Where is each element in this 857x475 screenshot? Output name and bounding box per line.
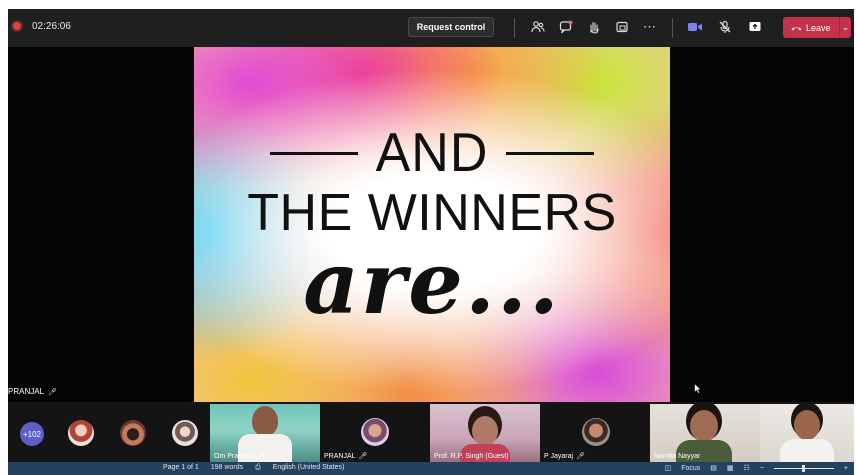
zoom-slider[interactable] (773, 464, 834, 472)
mouse-cursor-icon (694, 383, 702, 394)
participant-name-text: Namita Nayyar (654, 453, 701, 460)
word-count[interactable]: 198 words (211, 464, 243, 472)
web-layout-icon[interactable]: ☷ (744, 464, 750, 472)
screen-frame-left (0, 0, 8, 475)
mic-off-icon: 🎤︎ (576, 453, 585, 460)
toolbar-divider (514, 18, 515, 38)
participant-name: Namita Nayyar (654, 453, 700, 460)
meeting-timer: 02:26:06 (32, 21, 71, 32)
participant-tile[interactable] (760, 404, 854, 462)
language-status[interactable]: English (United States) (273, 464, 345, 472)
participant-shirt (780, 439, 834, 462)
participant-name: Prof. R.P. Singh (Guest) (434, 453, 509, 460)
slide-line-1: AND (194, 122, 670, 184)
participant-name-text: P Jayaraj (544, 452, 574, 460)
camera-icon[interactable] (686, 18, 704, 36)
focus-mode-button[interactable]: Focus (681, 465, 700, 472)
participant-name: P Jayaraj 🎤︎ (544, 452, 585, 461)
request-control-button[interactable]: Request control (408, 17, 494, 37)
raise-hand-icon[interactable] (585, 18, 603, 36)
participant-avatar[interactable] (120, 420, 146, 446)
participant-tile[interactable]: Om Prakash 🎤︎ (210, 404, 320, 462)
participant-avatar[interactable] (68, 420, 94, 446)
focus-icon[interactable]: ◫ (665, 464, 672, 472)
status-right-group: ◫ Focus ▤ ▦ ☷ − + (665, 464, 848, 472)
participant-name-text: PRANJAL (324, 452, 356, 460)
more-icon[interactable]: ⋯ (641, 18, 659, 36)
participant-avatar[interactable] (172, 420, 198, 446)
participant-name: PRANJAL 🎤︎ (324, 452, 368, 461)
participant-tile[interactable]: P Jayaraj 🎤︎ (540, 404, 650, 462)
recording-icon (13, 22, 21, 30)
zoom-slider-thumb[interactable] (801, 464, 805, 472)
people-icon[interactable] (529, 18, 547, 36)
participant-name-text: Prof. R.P. Singh (Guest) (434, 453, 509, 460)
mic-off-icon: 🎤︎ (358, 453, 368, 460)
document-status-bar: Page 1 of 1 198 words ⎙ English (United … (8, 462, 854, 475)
proofing-icon[interactable]: ⎙ (255, 464, 261, 472)
leave-main[interactable]: Leave (783, 23, 839, 33)
chat-icon[interactable] (557, 18, 575, 36)
share-screen-icon[interactable] (746, 18, 764, 36)
participant-gallery: +102 Om Prakash 🎤︎ PRANJAL 🎤︎ Prof. R.P. S… (8, 402, 854, 462)
status-left-group: Page 1 of 1 198 words ⎙ English (United … (163, 464, 344, 472)
page-count[interactable]: Page 1 of 1 (163, 464, 199, 472)
slide-dash-right (506, 151, 595, 155)
participant-name-text: Om Prakash (214, 452, 253, 460)
presentation-slide: AND THE WINNERS are... (194, 47, 670, 402)
mic-off-icon[interactable] (716, 18, 734, 36)
slide-text-winners: THE WINNERS (247, 184, 617, 242)
slide-text-are: are... (303, 233, 561, 334)
participant-tile[interactable]: Prof. R.P. Singh (Guest) (430, 404, 540, 462)
leave-button[interactable]: Leave ⌄ (783, 17, 851, 38)
participant-avatar (361, 418, 389, 446)
participant-face (794, 410, 820, 440)
participant-avatar (582, 418, 610, 446)
toolbar-divider (672, 18, 673, 38)
zoom-in-icon[interactable]: + (844, 465, 848, 472)
more-participants-button[interactable]: +102 (20, 422, 44, 446)
zoom-out-icon[interactable]: − (760, 465, 764, 472)
slide-dash-left (269, 151, 358, 155)
participant-tile[interactable]: Namita Nayyar (650, 404, 760, 462)
presenter-name: PRANJAL (8, 387, 45, 396)
shared-content-stage: AND THE WINNERS are... PRANJAL 🎤︎ (8, 47, 854, 402)
screen-frame-top (0, 0, 857, 9)
mic-off-icon: 🎤︎ (255, 453, 265, 460)
print-layout-icon[interactable]: ▦ (727, 464, 734, 472)
read-mode-icon[interactable]: ▤ (710, 464, 717, 472)
presenter-label: PRANJAL 🎤︎ (8, 387, 57, 396)
participant-name: Om Prakash 🎤︎ (214, 452, 265, 461)
participant-face (472, 416, 498, 446)
slide-text-and: AND (375, 122, 489, 184)
chevron-down-icon[interactable]: ⌄ (840, 22, 851, 33)
mic-off-icon: 🎤︎ (48, 388, 57, 396)
meeting-toolbar: 02:26:06 Request control ⋯ Leave ⌄ (8, 9, 854, 47)
share-tray-icon[interactable] (613, 18, 631, 36)
participant-face (252, 406, 278, 436)
participant-tile[interactable]: PRANJAL 🎤︎ (320, 404, 430, 462)
leave-label: Leave (806, 22, 831, 33)
participant-face (690, 410, 718, 442)
phone-hangup-icon (791, 26, 802, 30)
